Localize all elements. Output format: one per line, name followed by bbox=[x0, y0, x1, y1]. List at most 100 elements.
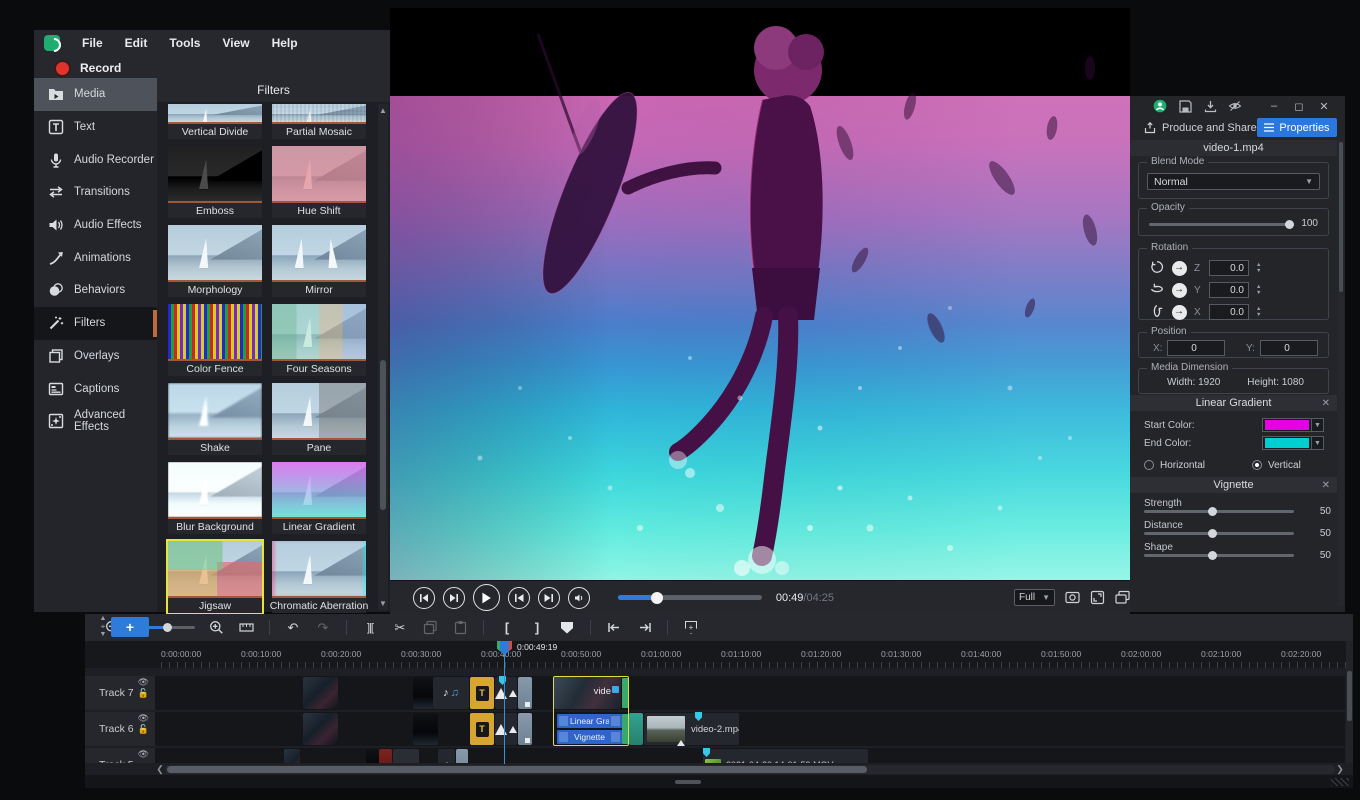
track-height-control[interactable]: ▲⌖▼ bbox=[97, 615, 109, 640]
filter-mirror[interactable]: Mirror bbox=[272, 225, 366, 297]
scroll-right-icon[interactable]: ❯ bbox=[1335, 764, 1345, 775]
go-to-end-icon[interactable] bbox=[636, 620, 652, 635]
start-color-picker[interactable]: ▼ bbox=[1262, 418, 1324, 432]
filter-four-seasons[interactable]: Four Seasons bbox=[272, 304, 366, 376]
transition-clip[interactable] bbox=[495, 713, 517, 745]
go-to-start-icon[interactable] bbox=[606, 620, 622, 635]
sidebar-item-overlays[interactable]: Overlays bbox=[34, 340, 157, 373]
scroll-left-icon[interactable]: ❮ bbox=[155, 764, 165, 775]
clip-thumbnail[interactable] bbox=[303, 677, 338, 709]
filter-color-fence[interactable]: Color Fence bbox=[168, 304, 262, 376]
spinner-control[interactable]: ▲▼ bbox=[1256, 307, 1261, 318]
opacity-slider[interactable] bbox=[1149, 223, 1294, 226]
filters-scrollbar[interactable]: ▲ ▼ bbox=[378, 104, 388, 610]
sidebar-item-captions[interactable]: Captions bbox=[34, 372, 157, 405]
filter-emboss[interactable]: Emboss bbox=[168, 146, 262, 218]
eye-icon[interactable]: 👁 bbox=[138, 678, 149, 687]
tab-produce-and-share[interactable]: Produce and Share bbox=[1144, 122, 1257, 134]
eye-icon[interactable]: 👁 bbox=[138, 750, 149, 759]
mark-out-icon[interactable]: ] bbox=[529, 620, 545, 635]
horizontal-radio[interactable]: Horizontal bbox=[1144, 455, 1205, 473]
sidebar-item-advanced-effects[interactable]: Advanced Effects bbox=[34, 405, 157, 438]
resize-grip[interactable] bbox=[1331, 778, 1349, 786]
effect-clip[interactable] bbox=[518, 713, 532, 745]
copy-icon[interactable] bbox=[422, 620, 438, 635]
blend-mode-select[interactable]: Normal▼ bbox=[1147, 173, 1320, 190]
audio-clip[interactable]: ♪♫ bbox=[433, 677, 469, 709]
clip-thumbnail[interactable] bbox=[413, 713, 438, 745]
clip-thumbnail[interactable] bbox=[284, 749, 300, 763]
clip-thumbnail[interactable] bbox=[366, 749, 379, 763]
close-icon[interactable]: ✕ bbox=[1322, 480, 1330, 491]
pivot-icon[interactable] bbox=[1172, 283, 1187, 298]
filter-vertical-divide[interactable]: Vertical Divide bbox=[168, 104, 262, 139]
marker-shield-icon[interactable]: + bbox=[683, 621, 699, 634]
scroll-up-icon[interactable]: ▲ bbox=[378, 106, 388, 115]
clip-thumbnail[interactable] bbox=[379, 749, 392, 763]
add-track-button[interactable]: + bbox=[111, 617, 149, 637]
menu-view[interactable]: View bbox=[222, 36, 249, 50]
fullscreen-icon[interactable] bbox=[1090, 589, 1105, 606]
position-y-input[interactable]: 0 bbox=[1260, 340, 1318, 356]
video1-clip[interactable]: vide bbox=[554, 677, 621, 709]
clip-segment[interactable] bbox=[393, 749, 419, 763]
detach-window-icon[interactable] bbox=[1115, 589, 1130, 606]
clip-trim-handle[interactable] bbox=[622, 714, 629, 744]
sidebar-item-text[interactable]: Text bbox=[34, 111, 157, 144]
restore-button[interactable]: ◻ bbox=[1292, 99, 1306, 113]
spinner-control[interactable]: ▲▼ bbox=[1256, 285, 1261, 296]
mov-clip[interactable]: 2021-04-20 14-01-59.MOV bbox=[703, 749, 868, 763]
text-clip[interactable]: T bbox=[470, 713, 494, 745]
menu-help[interactable]: Help bbox=[272, 36, 298, 50]
sidebar-item-media[interactable]: Media bbox=[34, 78, 157, 111]
frame-forward-button[interactable] bbox=[443, 587, 465, 609]
vertical-radio[interactable]: Vertical bbox=[1252, 455, 1301, 473]
jump-end-button[interactable] bbox=[538, 587, 560, 609]
spinner-control[interactable]: ▲▼ bbox=[1256, 263, 1261, 274]
clip-thumbnail[interactable] bbox=[303, 713, 338, 745]
volume-button[interactable] bbox=[568, 587, 590, 609]
text-clip[interactable]: T bbox=[470, 677, 494, 709]
filter-blur-background[interactable]: Blur Background bbox=[168, 462, 262, 534]
timeline-ruler[interactable]: 0:00:00:000:00:10:000:00:20:000:00:30:00… bbox=[85, 641, 1353, 668]
transition-clip[interactable] bbox=[495, 677, 517, 709]
seek-bar[interactable] bbox=[618, 595, 762, 600]
frame-back-button[interactable] bbox=[413, 587, 435, 609]
sidebar-item-audio-recorder[interactable]: Audio Recorder bbox=[34, 143, 157, 176]
fit-timeline-icon[interactable] bbox=[238, 620, 254, 635]
video-preview[interactable] bbox=[390, 8, 1130, 580]
seek-knob[interactable] bbox=[651, 592, 663, 604]
sidebar-item-audio-effects[interactable]: Audio Effects bbox=[34, 209, 157, 242]
tab-properties[interactable]: Properties bbox=[1257, 118, 1337, 137]
zoom-level-select[interactable]: Full▼ bbox=[1014, 589, 1055, 606]
account-icon[interactable] bbox=[1153, 99, 1167, 113]
filter-chromatic-aberration[interactable]: Chromatic Aberration bbox=[272, 541, 366, 613]
menu-tools[interactable]: Tools bbox=[169, 36, 200, 50]
menu-edit[interactable]: Edit bbox=[125, 36, 148, 50]
clip-thumbnail[interactable] bbox=[413, 677, 433, 709]
track-6-lane[interactable]: T Linear Gradient Vignette video-2.mp4 bbox=[155, 712, 1345, 746]
timeline-vscrollbar[interactable] bbox=[1346, 641, 1353, 763]
sidebar-item-animations[interactable]: Animations bbox=[34, 241, 157, 274]
pivot-icon[interactable] bbox=[1172, 261, 1187, 276]
rotation-x-input[interactable]: 0.0 bbox=[1209, 304, 1249, 320]
undo-icon[interactable]: ↶ bbox=[285, 620, 301, 636]
vignette-strength-slider[interactable] bbox=[1144, 510, 1294, 513]
filter-partial-mosaic[interactable]: Partial Mosaic bbox=[272, 104, 366, 139]
record-row[interactable]: Record bbox=[34, 56, 390, 80]
save-icon[interactable] bbox=[1178, 99, 1192, 113]
mark-in-icon[interactable]: [ bbox=[499, 620, 515, 635]
clip-trim-handle[interactable] bbox=[622, 678, 629, 708]
video2-clip[interactable]: video-2.mp4 bbox=[644, 713, 739, 745]
scroll-down-icon[interactable]: ▼ bbox=[378, 599, 388, 608]
track-5-label[interactable]: Track 5 👁 bbox=[85, 748, 155, 763]
position-x-input[interactable]: 0 bbox=[1167, 340, 1225, 356]
clip-segment[interactable] bbox=[629, 713, 643, 745]
pivot-icon[interactable] bbox=[1172, 305, 1187, 320]
paste-icon[interactable] bbox=[452, 620, 468, 635]
close-icon[interactable]: ✕ bbox=[1322, 398, 1330, 409]
sidebar-item-transitions[interactable]: Transitions bbox=[34, 176, 157, 209]
effect-clip[interactable] bbox=[518, 677, 532, 709]
lock-icon[interactable]: 🔓 bbox=[138, 689, 149, 698]
redo-icon[interactable]: ↷ bbox=[315, 620, 331, 636]
